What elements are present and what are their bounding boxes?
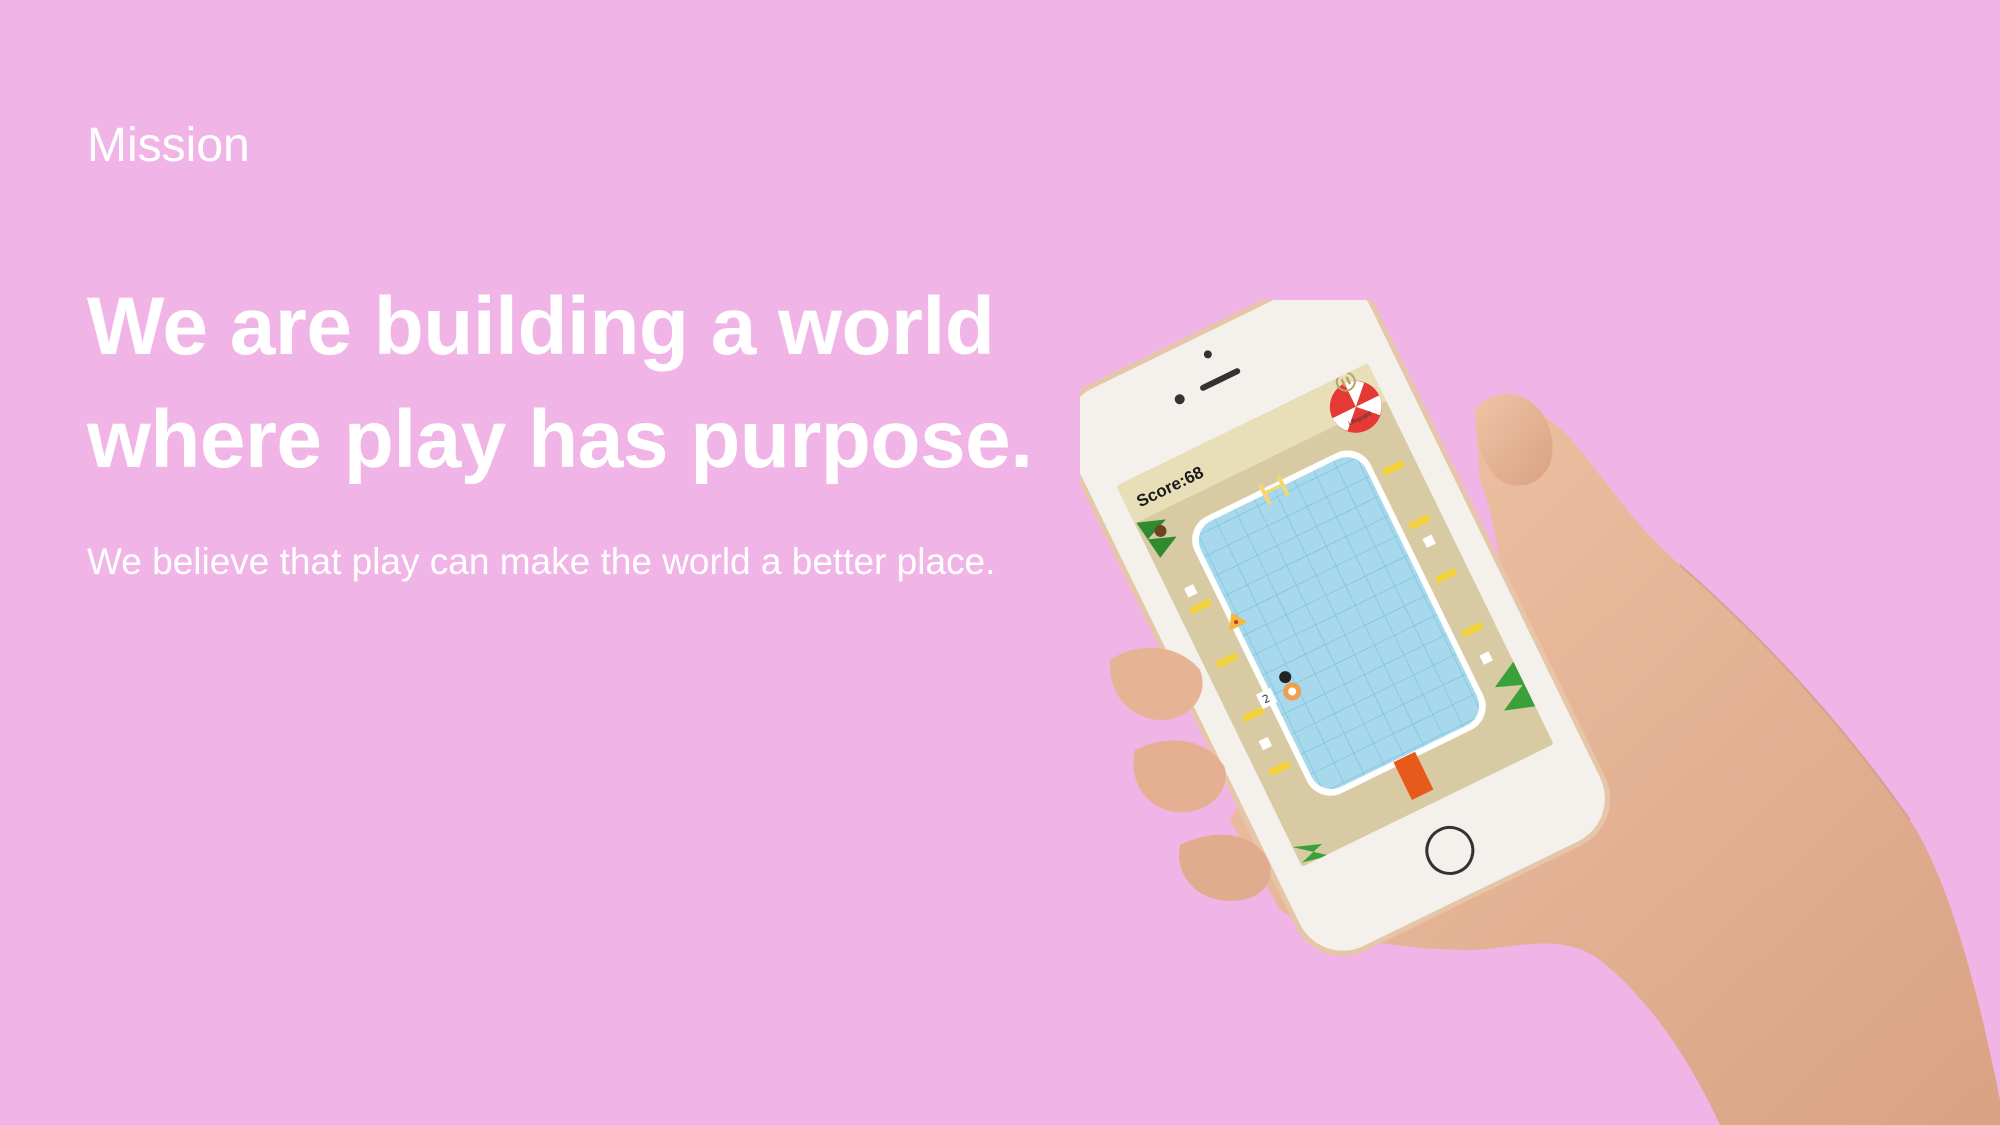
headline-line-1: We are building a world — [87, 281, 995, 372]
section-label: Mission — [87, 119, 250, 172]
hand-holding-phone-photo: Lifeguard 2 Score:68 — [1080, 300, 2000, 1125]
tagline: We believe that play can make the world … — [87, 541, 996, 582]
headline-line-2: where play has purpose. — [87, 394, 1033, 485]
headline: We are building a world where play has p… — [87, 270, 1187, 496]
hand-phone-illustration: Lifeguard 2 Score:68 — [1080, 300, 2000, 1125]
